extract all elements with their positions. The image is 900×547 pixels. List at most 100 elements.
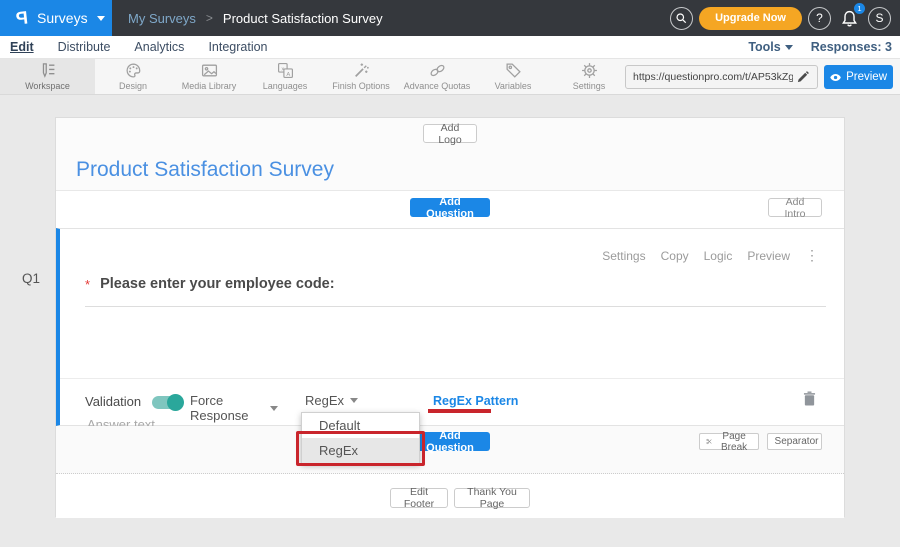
menu-option-regex[interactable]: RegEx [302, 438, 419, 463]
toolbar-label: Media Library [182, 81, 237, 91]
upgrade-now-button[interactable]: Upgrade Now [699, 7, 802, 30]
toolbar-label: Workspace [25, 81, 70, 91]
force-response-value: Force Response [190, 393, 270, 423]
toolbar-label: Design [119, 81, 147, 91]
toggle-knob [167, 394, 184, 411]
question-logic-link[interactable]: Logic [704, 249, 733, 263]
survey-nav: Edit Distribute Analytics Integration To… [0, 36, 900, 58]
survey-nav-tabs: Edit Distribute Analytics Integration [0, 40, 268, 54]
add-intro-button[interactable]: Add Intro [768, 198, 822, 217]
preview-button[interactable]: Preview [824, 65, 893, 89]
svg-text:x: x [281, 67, 284, 73]
between-questions-strip: Add Question Page Break Separator [56, 426, 844, 474]
question-text[interactable]: Please enter your employee code: [100, 276, 335, 292]
toolbar-label: Languages [263, 81, 308, 91]
search-icon [675, 12, 688, 25]
toolbar-item-media-library[interactable]: Media Library [171, 59, 247, 94]
pencil-icon [797, 71, 809, 83]
toolbar-item-variables[interactable]: Variables [475, 59, 551, 94]
tab-distribute[interactable]: Distribute [58, 40, 111, 54]
survey-url-input[interactable] [626, 71, 793, 83]
validation-toggle[interactable] [152, 396, 182, 409]
page-break-label: Page Break [716, 431, 752, 453]
question-settings-link[interactable]: Settings [602, 249, 645, 263]
separator-label: Separator [775, 436, 819, 447]
top-navbar: P Surveys My Surveys > Product Satisfact… [0, 0, 900, 36]
advance-quotas-icon [429, 62, 446, 79]
page-break-icon [706, 437, 712, 446]
edit-footer-button[interactable]: Edit Footer [390, 488, 448, 508]
editor-toolbar: Workspace Design Media Library xA Langua… [0, 58, 900, 95]
tab-edit[interactable]: Edit [10, 40, 34, 54]
validation-type-menu: Default RegEx [301, 412, 420, 464]
trash-icon [803, 391, 816, 406]
help-button[interactable]: ? [808, 7, 831, 30]
notification-badge: 1 [854, 3, 865, 14]
workspace-icon [39, 62, 56, 79]
question-block: Settings Copy Logic Preview ⋮ * Please e… [56, 228, 844, 426]
product-label: Surveys [37, 10, 88, 26]
edit-url-button[interactable] [793, 71, 813, 83]
toolbar-item-workspace[interactable]: Workspace [0, 59, 95, 94]
page-break-button[interactable]: Page Break [699, 433, 759, 450]
survey-card: Add Logo Product Satisfaction Survey Add… [55, 117, 845, 517]
tools-menu[interactable]: Tools [748, 40, 792, 54]
search-button[interactable] [670, 7, 693, 30]
add-logo-button[interactable]: Add Logo [423, 124, 477, 143]
add-question-button-top[interactable]: Add Question [410, 198, 490, 217]
question-actions: Settings Copy Logic Preview ⋮ [602, 247, 819, 264]
toolbar-item-finish-options[interactable]: Finish Options [323, 59, 399, 94]
breadcrumb-my-surveys[interactable]: My Surveys [128, 11, 196, 26]
chevron-down-icon [785, 45, 793, 50]
questionpro-survey-editor: P Surveys My Surveys > Product Satisfact… [0, 0, 900, 547]
toolbar-item-design[interactable]: Design [95, 59, 171, 94]
required-asterisk: * [85, 277, 90, 292]
tab-analytics[interactable]: Analytics [134, 40, 184, 54]
question-text-row: * Please enter your employee code: [85, 276, 826, 307]
card-footer: Edit Footer Thank You Page [56, 474, 844, 518]
media-library-icon [201, 62, 218, 79]
eye-icon [830, 73, 841, 82]
separator-button[interactable]: Separator [767, 433, 822, 450]
responses-link[interactable]: Responses: 3 [811, 40, 892, 54]
validation-row: Validation Force Response RegEx RegEx Pa… [60, 378, 844, 425]
toolbar-label: Advance Quotas [404, 81, 471, 91]
validation-type-value: RegEx [305, 393, 344, 408]
finish-options-icon [353, 62, 370, 79]
toolbar-label: Settings [573, 81, 606, 91]
thank-you-page-button[interactable]: Thank You Page [454, 488, 530, 508]
variables-icon [505, 62, 522, 79]
toolbar-item-advance-quotas[interactable]: Advance Quotas [399, 59, 475, 94]
chevron-down-icon [270, 406, 278, 411]
notifications-button[interactable]: 1 [837, 6, 862, 31]
breadcrumb-separator: > [206, 11, 213, 25]
svg-text:A: A [286, 72, 290, 78]
menu-option-default[interactable]: Default [302, 413, 419, 438]
avatar[interactable]: S [868, 7, 891, 30]
regex-pattern-link[interactable]: RegEx Pattern [433, 394, 518, 408]
validation-label: Validation [85, 394, 141, 409]
surveys-menu[interactable]: P Surveys [0, 0, 112, 36]
question-copy-link[interactable]: Copy [661, 249, 689, 263]
survey-nav-right: Tools Responses: 3 [748, 40, 892, 54]
toolbar-label: Finish Options [332, 81, 390, 91]
questionpro-logo-icon: P [15, 7, 29, 29]
tab-integration[interactable]: Integration [208, 40, 267, 54]
add-question-button-bottom[interactable]: Add Question [410, 432, 490, 451]
chevron-down-icon [97, 16, 105, 21]
more-options-icon[interactable]: ⋮ [805, 247, 819, 264]
breadcrumb-current-survey: Product Satisfaction Survey [223, 11, 383, 26]
tools-label: Tools [748, 40, 780, 54]
preview-label: Preview [846, 71, 887, 83]
chevron-down-icon [350, 398, 358, 403]
toolbar-item-languages[interactable]: xA Languages [247, 59, 323, 94]
design-icon [125, 62, 142, 79]
question-preview-link[interactable]: Preview [747, 249, 790, 263]
survey-header-section: Add Logo Product Satisfaction Survey [56, 118, 844, 191]
survey-title[interactable]: Product Satisfaction Survey [76, 158, 334, 182]
delete-question-button[interactable] [803, 391, 816, 411]
breadcrumb: My Surveys > Product Satisfaction Survey [128, 0, 383, 36]
settings-icon [581, 62, 598, 79]
force-response-dropdown[interactable]: Force Response [190, 393, 278, 430]
toolbar-item-settings[interactable]: Settings [551, 59, 627, 94]
